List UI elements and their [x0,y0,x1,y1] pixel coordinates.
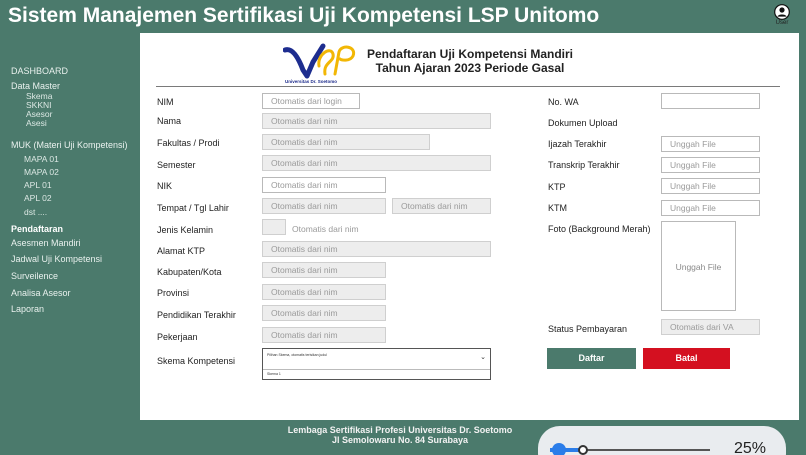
app-window: Sistem Manajemen Sertifikasi Uji Kompete… [0,0,806,455]
nama-field[interactable]: Otomatis dari nim [262,113,491,129]
header-divider [156,86,780,87]
dokumen-upload-label: Dokumen Upload [548,118,618,128]
sidebar-item-analisa-asesor[interactable]: Analisa Asesor [11,288,71,298]
zoom-dot [552,443,566,455]
nim-field[interactable]: Otomatis dari login [262,93,360,109]
footer-text: Lembaga Sertifikasi Profesi Universitas … [250,425,550,445]
nim-label: NIM [157,97,174,107]
provinsi-field[interactable]: Otomatis dari nim [262,284,386,300]
nik-label: NIK [157,181,173,191]
alamat-field[interactable]: Otomatis dari nim [262,241,491,257]
wa-field[interactable] [661,93,760,109]
pendidikan-field[interactable]: Otomatis dari nim [262,305,386,321]
jenis-kelamin-hint: Otomatis dari nim [292,224,359,234]
skema-select[interactable]: Pilihan Skema, otomatis terisikan judul … [262,348,491,380]
sidebar-item-data-master[interactable]: Data Master [11,81,60,91]
status-pembayaran-field[interactable]: Otomatis dari VA [661,319,760,335]
sidebar-item-apl-01[interactable]: APL 01 [24,180,52,190]
sidebar-item-asesi[interactable]: Asesi [26,118,47,128]
semester-field[interactable]: Otomatis dari nim [262,155,491,171]
nik-field[interactable]: Otomatis dari nim [262,177,386,193]
footer-line1: Lembaga Sertifikasi Profesi Universitas … [287,425,513,435]
sidebar-item-apl-02[interactable]: APL 02 [24,193,52,203]
right-border [799,33,806,420]
kabupaten-field[interactable]: Otomatis dari nim [262,262,386,278]
university-logo [283,43,356,79]
fakultas-field[interactable]: Otomatis dari nim [262,134,430,150]
sidebar-item-laporan[interactable]: Laporan [11,304,44,314]
transkrip-label: Transkrip Terakhir [548,160,620,170]
chevron-down-icon: ⌄ [480,354,486,361]
foto-upload[interactable]: Unggah File [661,221,736,311]
sidebar-item-mapa-02[interactable]: MAPA 02 [24,167,59,177]
sidebar-item-jadwal[interactable]: Jadwal Uji Kompetensi [11,254,102,264]
ttl-label: Tempat / Tgl Lahir [157,203,229,213]
tanggal-lahir-field[interactable]: Otomatis dari nim [392,198,491,214]
jenis-kelamin-label: Jenis Kelamin [157,225,214,235]
wa-label: No. WA [548,97,579,107]
sidebar-item-dashboard[interactable]: DASHBOARD [11,66,68,76]
app-title: Sistem Manajemen Sertifikasi Uji Kompete… [8,4,600,27]
logo-subtitle: Universitas Dr. Soetomo [285,79,338,84]
skema-select-value: Pilihan Skema, otomatis terisikan judul [263,349,490,370]
foto-label: Foto (Background Merah) [548,224,651,234]
provinsi-label: Provinsi [157,288,190,298]
sidebar-item-asesmen-mandiri[interactable]: Asesmen Mandiri [11,238,81,248]
ijazah-upload[interactable]: Unggah File [661,136,760,152]
ktp-upload[interactable]: Unggah File [661,178,760,194]
pekerjaan-field[interactable]: Otomatis dari nim [262,327,386,343]
tempat-lahir-field[interactable]: Otomatis dari nim [262,198,386,214]
nama-label: Nama [157,116,182,126]
batal-button[interactable]: Batal [643,348,730,369]
semester-label: Semester [157,160,196,170]
kabupaten-label: Kabupaten/Kota [157,267,222,277]
form-title: Pendaftaran Uji Kompetensi Mandiri Tahun… [365,47,575,75]
sidebar-item-dst[interactable]: dst .... [24,207,47,217]
ktp-label: KTP [548,182,566,192]
sidebar-item-surveilence[interactable]: Surveilence [11,271,58,281]
pekerjaan-label: Pekerjaan [157,332,198,342]
skema-label: Skema Kompetensi [157,356,236,366]
user-label: User [775,20,789,26]
zoom-slider-handle[interactable] [578,445,588,455]
transkrip-upload[interactable]: Unggah File [661,157,760,173]
user-menu[interactable]: User [767,4,797,32]
zoom-level: 25% [734,440,767,455]
status-pembayaran-label: Status Pembayaran [548,324,628,334]
daftar-button[interactable]: Daftar [547,348,636,369]
ktm-upload[interactable]: Unggah File [661,200,760,216]
sidebar-item-pendaftaran[interactable]: Pendaftaran [11,224,63,234]
sidebar-item-mapa-01[interactable]: MAPA 01 [24,154,59,164]
alamat-label: Alamat KTP [157,246,206,256]
form-title-line1: Pendaftaran Uji Kompetensi Mandiri [366,47,574,61]
skema-option[interactable]: Skema 1 [263,370,490,376]
ijazah-label: Ijazah Terakhir [548,139,607,149]
ktm-label: KTM [548,203,567,213]
footer-line2: Jl Semolowaru No. 84 Surabaya [331,435,469,445]
sidebar-item-muk[interactable]: MUK (Materi Uji Kompetensi) [11,140,128,150]
pendidikan-label: Pendidikan Terakhir [157,310,236,320]
jenis-kelamin-checkbox[interactable] [262,219,286,235]
form-title-line2: Tahun Ajaran 2023 Periode Gasal [375,61,565,75]
user-icon [774,4,790,20]
fakultas-label: Fakultas / Prodi [157,138,220,148]
